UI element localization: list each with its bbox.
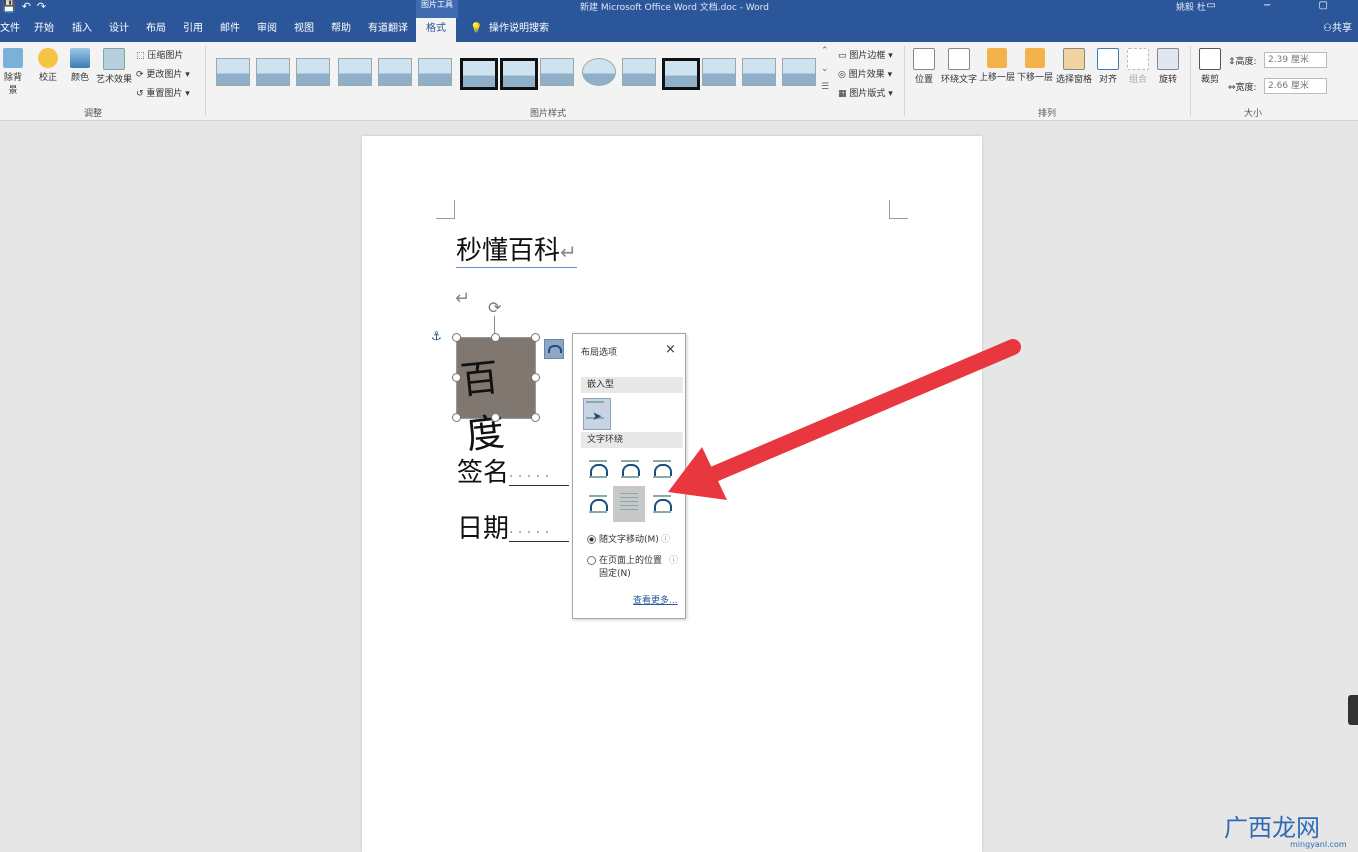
watermark-logo: 广西龙网	[1224, 814, 1320, 842]
annotation-arrow	[668, 339, 1021, 500]
side-panel-tab[interactable]	[1348, 695, 1358, 725]
arrow-shaft	[704, 339, 1021, 483]
watermark-url: mingyanl.com	[1290, 840, 1347, 849]
